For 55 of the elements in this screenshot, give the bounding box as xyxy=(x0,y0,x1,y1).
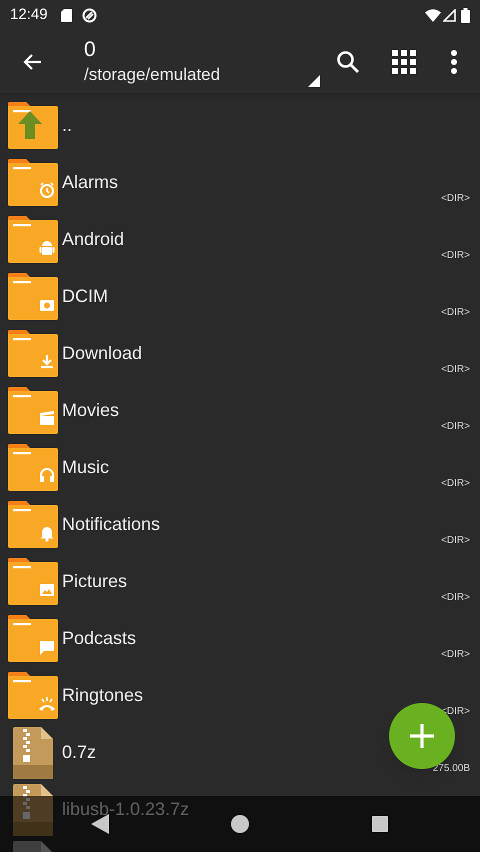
file-size: <DIR> xyxy=(441,192,470,206)
folder-icon xyxy=(8,214,58,264)
file-name: libusb-1.0.23.7z xyxy=(62,798,190,821)
signal-icon xyxy=(443,8,456,22)
file-name: Music xyxy=(62,456,110,479)
folder-icon xyxy=(8,386,58,436)
file-name: Android xyxy=(62,228,124,251)
file-name: Ringtones xyxy=(62,684,144,707)
file-name: Podcasts xyxy=(62,627,136,650)
file-name: Download xyxy=(62,342,142,365)
folder-icon xyxy=(8,556,58,606)
file-size: <DIR> xyxy=(441,648,470,662)
file-name: Notifications xyxy=(62,513,160,536)
home-circle-icon xyxy=(231,815,249,833)
sd-card-icon xyxy=(60,8,72,22)
file-name: 0.7z xyxy=(62,741,96,764)
file-size: <DIR> xyxy=(441,363,470,377)
archive-file-icon xyxy=(13,784,53,836)
back-arrow-icon xyxy=(22,52,42,70)
folder-icon xyxy=(8,272,58,322)
status-time: 12:49 xyxy=(10,4,48,25)
file-size: <DIR> xyxy=(441,420,470,434)
sync-icon xyxy=(82,8,97,22)
file-size: <DIR> xyxy=(441,591,470,605)
dropdown-corner-icon xyxy=(308,74,320,86)
folder-title: 0 xyxy=(84,36,96,62)
square-recents-icon xyxy=(372,816,388,832)
file-size: <DIR> xyxy=(441,249,470,263)
file-name: .. xyxy=(62,114,72,137)
folder-icon xyxy=(8,500,58,550)
file-size: <DIR> xyxy=(441,306,470,320)
triangle-back-icon xyxy=(91,814,109,834)
file-name: Movies xyxy=(62,399,120,422)
parent-folder-icon xyxy=(8,100,58,150)
folder-icon xyxy=(8,158,58,208)
folder-path: /storage/emulated xyxy=(84,64,220,86)
file-size: <DIR> xyxy=(441,477,470,491)
folder-icon xyxy=(8,670,58,720)
folder-icon xyxy=(8,328,58,378)
path-selector[interactable]: 0 /storage/emulated xyxy=(84,32,320,90)
archive-file-icon xyxy=(13,726,53,778)
folder-icon xyxy=(8,614,58,664)
file-name: Pictures xyxy=(62,570,128,593)
search-icon xyxy=(336,50,360,74)
file-size: 275.00B xyxy=(432,762,470,776)
folder-icon xyxy=(8,442,58,492)
file-name: Alarms xyxy=(62,171,118,194)
file-name: DCIM xyxy=(62,285,108,308)
file-size: <DIR> xyxy=(441,705,470,719)
grid-icon xyxy=(392,50,416,74)
wifi-icon xyxy=(425,8,441,22)
plus-icon xyxy=(409,723,435,749)
battery-icon xyxy=(461,8,470,22)
file-size: <DIR> xyxy=(441,534,470,548)
more-vert-icon xyxy=(451,50,457,74)
